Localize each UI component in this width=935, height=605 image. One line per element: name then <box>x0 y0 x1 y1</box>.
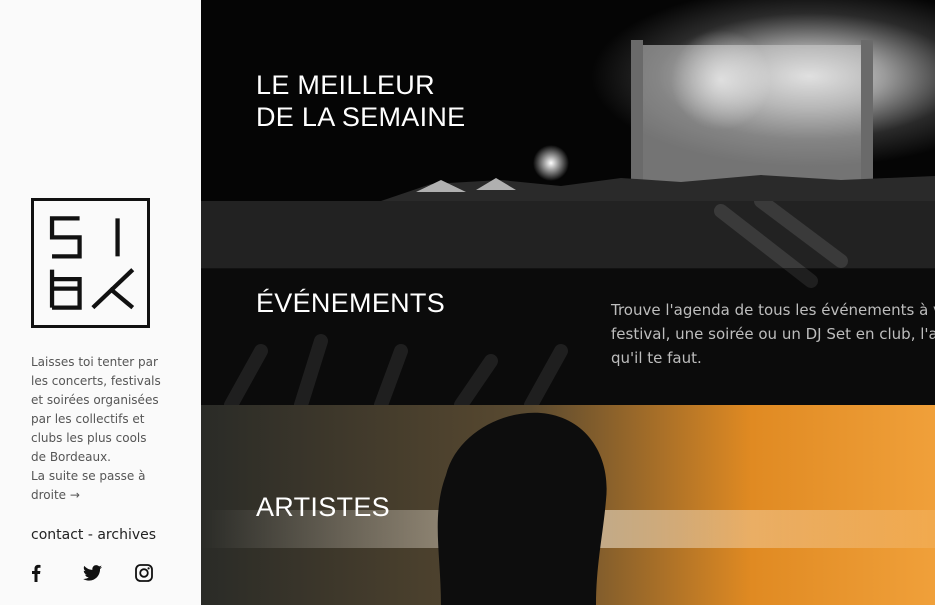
events-description-line: festival, une soirée ou un DJ Set en clu… <box>611 325 935 343</box>
sidebar: Laisses toi tenter par les concerts, fes… <box>0 0 201 605</box>
twitter-link[interactable] <box>83 563 135 583</box>
facebook-icon <box>32 564 41 582</box>
links-separator: - <box>83 527 98 543</box>
section-title-events: ÉVÉNEMENTS <box>256 288 446 318</box>
intro-text: Laisses toi tenter par les concerts, fes… <box>31 353 161 505</box>
site-logo[interactable] <box>31 198 150 328</box>
events-description: Trouve l'agenda de tous les événements à… <box>611 298 935 370</box>
twitter-icon <box>83 565 102 581</box>
logo-icon <box>49 216 135 310</box>
section-artists[interactable]: ARTISTES <box>201 405 935 605</box>
instagram-link[interactable] <box>135 563 187 583</box>
title-line-2: DE LA SEMAINE <box>256 102 466 132</box>
footer-links: contact - archives <box>31 527 156 543</box>
title-line-1: LE MEILLEUR <box>256 70 435 100</box>
section-best-of-week[interactable]: LE MEILLEUR DE LA SEMAINE <box>201 0 935 201</box>
events-description-line: Trouve l'agenda de tous les événements à… <box>611 301 935 319</box>
section-events[interactable]: ÉVÉNEMENTS Trouve l'agenda de tous les é… <box>201 201 935 405</box>
instagram-icon <box>135 564 153 582</box>
section-title-best-of-week: LE MEILLEUR DE LA SEMAINE <box>256 69 465 133</box>
intro-paragraph: Laisses toi tenter par les concerts, fes… <box>31 355 161 464</box>
social-links <box>31 563 187 583</box>
facebook-link[interactable] <box>31 563 83 583</box>
events-description-line: qu'il te faut. <box>611 349 702 367</box>
section-title-artists: ARTISTES <box>256 492 390 522</box>
contact-link[interactable]: contact <box>31 527 83 543</box>
intro-cta: La suite se passe à droite → <box>31 469 146 502</box>
archives-link[interactable]: archives <box>97 527 156 543</box>
main-content: LE MEILLEUR DE LA SEMAINE ÉVÉNEMENTS Tro… <box>201 0 935 605</box>
